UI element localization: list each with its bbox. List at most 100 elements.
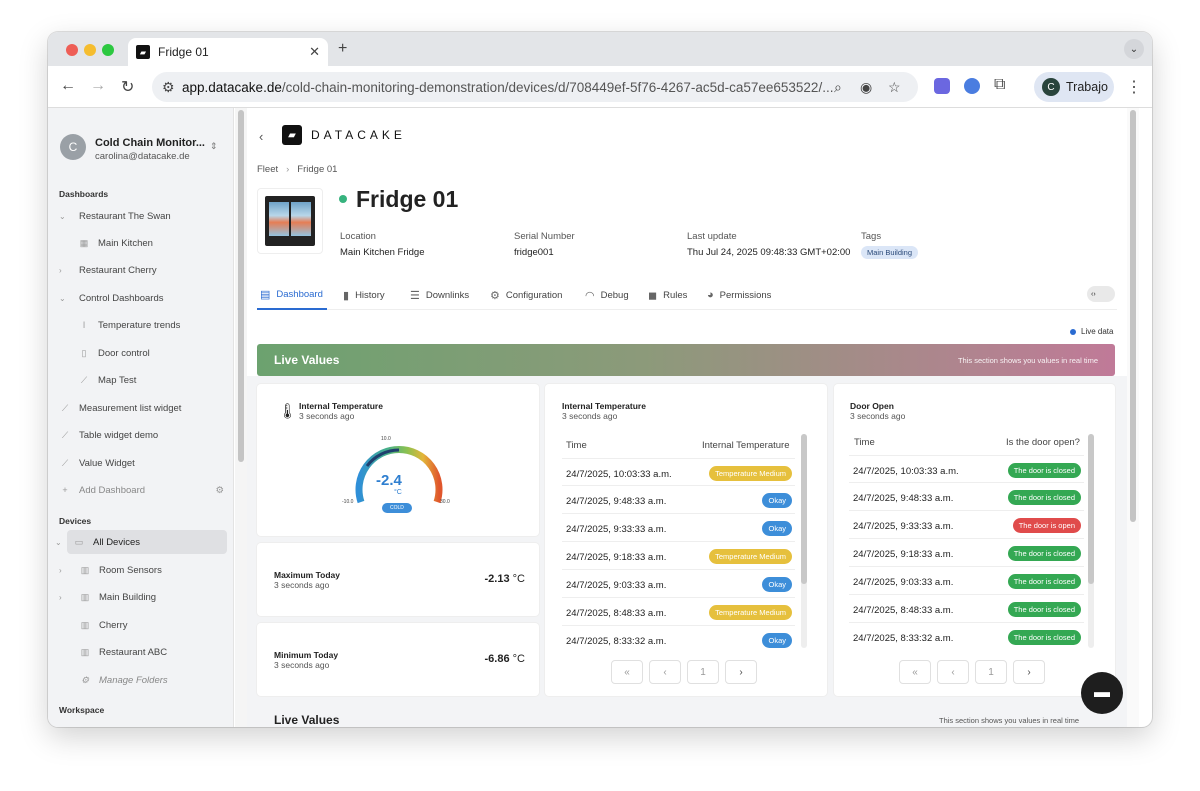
sidebar-item-map-test[interactable]: ⟋ Map Test (78, 370, 224, 390)
tab-search-chevron-icon[interactable]: ⌄ (1124, 39, 1144, 59)
sidebar-item-restaurant-the-swan[interactable]: ⌄ Restaurant The Swan (59, 206, 224, 226)
table-scrollbar[interactable] (801, 434, 807, 648)
next-page-button[interactable]: › (1013, 660, 1045, 684)
table-row: 24/7/2025, 9:33:33 a.m. The door is open (849, 511, 1084, 539)
status-badge: The door is closed (1007, 574, 1081, 589)
page-number[interactable]: 1 (687, 660, 719, 684)
table-row: 24/7/2025, 10:03:33 a.m. The door is clos… (849, 455, 1084, 483)
sidebar-item-all-devices[interactable]: ▭ All Devices (67, 530, 227, 554)
manage-folders-button[interactable]: ⚙ Manage Folders (79, 670, 224, 690)
live-data-indicator: Live data (1070, 327, 1113, 336)
close-window-button[interactable] (66, 44, 78, 56)
profile-button[interactable]: C Trabajo (1034, 72, 1114, 102)
chevron-down-icon[interactable]: ⌄ (55, 532, 67, 552)
table-row: 24/7/2025, 8:33:32 a.m. The door is close… (849, 623, 1084, 651)
reload-icon[interactable]: ↻ (121, 77, 134, 97)
add-dashboard-button[interactable]: + Add Dashboard ⚙ (59, 480, 224, 500)
extension-icon[interactable] (934, 78, 950, 94)
page-number[interactable]: 1 (975, 660, 1007, 684)
table-scrollbar[interactable] (1088, 434, 1094, 648)
chat-support-button[interactable]: ▬ (1081, 672, 1123, 714)
column-header-door-open[interactable]: Is the door open? (1006, 437, 1080, 448)
new-tab-button[interactable]: + (338, 40, 347, 58)
building-icon: ▥ (80, 646, 90, 657)
chevron-right-icon: › (59, 592, 62, 602)
sidebar-item-restaurant-abc[interactable]: ▥ Restaurant ABC (79, 642, 224, 662)
first-page-button[interactable]: « (611, 660, 643, 684)
sidebar-item-temperature-trends[interactable]: ǀ Temperature trends (78, 315, 224, 335)
table-row: 24/7/2025, 9:18:33 a.m. The door is close… (849, 539, 1084, 567)
gear-icon[interactable]: ⚙ (215, 485, 224, 496)
bookmark-star-icon[interactable]: ☆ (888, 79, 901, 96)
door-icon: ▯ (81, 347, 87, 358)
puzzle-extensions-icon[interactable]: ⧉ (994, 76, 1005, 94)
tab-history[interactable]: ▮ History (343, 280, 385, 310)
table-scroll-thumb[interactable] (1088, 434, 1094, 584)
chat-icon: ▬ (1094, 684, 1110, 701)
sidebar-item-restaurant-cherry[interactable]: › Restaurant Cherry (59, 260, 224, 280)
browser-toolbar: ← → ↻ ⚙ app.datacake.de/cold-chain-monit… (48, 66, 1152, 108)
tag-badge[interactable]: Main Building (861, 246, 919, 259)
sidebar-item-room-sensors[interactable]: › ▥ Room Sensors (59, 560, 224, 580)
tab-downlinks[interactable]: ☰ Downlinks (410, 280, 469, 310)
zoom-icon[interactable]: ⌕ (834, 79, 842, 96)
back-arrow-icon[interactable]: ← (60, 77, 76, 95)
back-chevron-icon[interactable]: ‹ (259, 129, 263, 144)
maximize-window-button[interactable] (102, 44, 114, 56)
breadcrumb-current: Fridge 01 (297, 164, 338, 175)
sidebar-item-cherry[interactable]: ▥ Cherry (79, 615, 224, 635)
tab-dashboard[interactable]: ▤ Dashboard (257, 280, 327, 310)
datacake-logo[interactable]: ▰ DATACAKE (282, 125, 406, 145)
updown-chevron-icon: ⇕ (210, 141, 218, 151)
sidebar-item-main-kitchen[interactable]: ▦ Main Kitchen (78, 233, 224, 253)
prev-page-button[interactable]: ‹ (649, 660, 681, 684)
code-view-toggle[interactable]: ‹› (1087, 286, 1115, 302)
tab-close-icon[interactable]: ✕ (309, 44, 320, 60)
forward-arrow-icon[interactable]: → (90, 77, 106, 95)
main-scrollbar[interactable] (1127, 108, 1139, 727)
sidebar-item-measurement-list-widget[interactable]: ⟋ Measurement list widget (59, 398, 224, 418)
status-badge: The door is closed (1007, 546, 1081, 561)
breadcrumb-fleet[interactable]: Fleet (257, 164, 278, 175)
min-unit: °C (512, 653, 525, 665)
column-header-time[interactable]: Time (566, 440, 587, 451)
online-status-dot (339, 195, 347, 203)
tab-debug[interactable]: ◠ Debug (585, 280, 629, 310)
tab-permissions[interactable]: ◕ Permissions (707, 280, 771, 310)
pagination: « ‹ 1 › (899, 660, 1045, 684)
address-bar[interactable]: ⚙ app.datacake.de/cold-chain-monitoring-… (152, 72, 918, 102)
minimize-window-button[interactable] (84, 44, 96, 56)
widget-title: Door Open (850, 401, 894, 411)
sidebar-item-main-building[interactable]: › ▥ Main Building (59, 587, 224, 607)
status-badge: Okay (762, 577, 792, 592)
column-header-time[interactable]: Time (854, 437, 875, 448)
account-switcher[interactable]: C Cold Chain Monitor... carolina@datacak… (60, 134, 220, 164)
sidebar-scrollbar[interactable] (235, 108, 247, 727)
sidebar-item-door-control[interactable]: ▯ Door control (78, 343, 224, 363)
tab-configuration[interactable]: ⚙ Configuration (490, 280, 562, 310)
site-settings-icon[interactable]: ⚙ (162, 79, 175, 96)
datacake-favicon-icon: ▰ (136, 45, 150, 59)
eye-off-icon[interactable]: ◉ (860, 79, 872, 96)
column-header-internal-temperature[interactable]: Internal Temperature (702, 440, 790, 451)
widget-subtitle: 3 seconds ago (274, 660, 330, 670)
gauge-unit: °C (394, 489, 402, 496)
table-row: 24/7/2025, 10:03:33 a.m. Temperature Medi… (562, 458, 795, 486)
browser-tab[interactable]: ▰ Fridge 01 ✕ (128, 38, 328, 66)
page-title: Fridge 01 (356, 186, 459, 212)
table-scroll-thumb[interactable] (801, 434, 807, 584)
tab-rules[interactable]: ◼ Rules (648, 280, 687, 310)
first-page-button[interactable]: « (899, 660, 931, 684)
browser-menu-icon[interactable]: ⋮ (1126, 77, 1142, 97)
sidebar-item-value-widget[interactable]: ⟋ Value Widget (59, 453, 224, 473)
next-page-button[interactable]: › (725, 660, 757, 684)
prev-page-button[interactable]: ‹ (937, 660, 969, 684)
gauge-mid-label: 10.0 (381, 436, 391, 442)
sidebar-item-table-widget-demo[interactable]: ⟋ Table widget demo (59, 425, 224, 445)
main-scroll-thumb[interactable] (1130, 110, 1136, 522)
max-today-widget: Maximum Today 3 seconds ago -2.13 °C (257, 543, 539, 616)
sidebar-scroll-thumb[interactable] (238, 110, 244, 462)
sidebar-item-control-dashboards[interactable]: ⌄ Control Dashboards (59, 288, 224, 308)
banner-subtitle: This section shows you values in real ti… (957, 355, 1098, 365)
extension-tag-icon[interactable] (964, 78, 980, 94)
